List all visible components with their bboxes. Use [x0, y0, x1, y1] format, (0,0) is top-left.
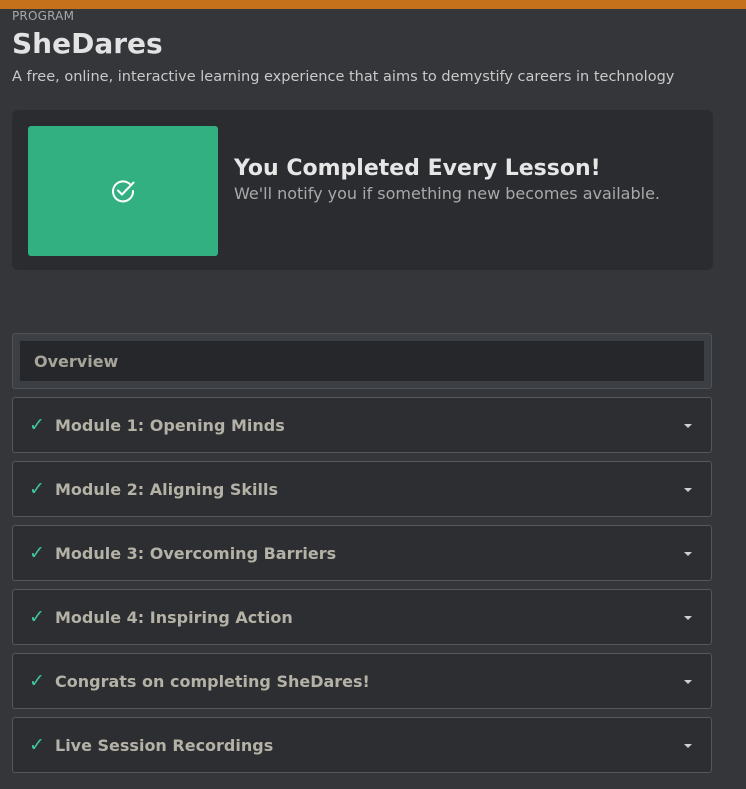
- caret-down-icon[interactable]: [684, 744, 692, 748]
- program-eyebrow: PROGRAM: [12, 9, 75, 23]
- check-icon: ✓: [29, 414, 45, 436]
- module-label: Congrats on completing SheDares!: [55, 671, 370, 691]
- module-label: Module 1: Opening Minds: [55, 415, 285, 435]
- program-title: SheDares: [12, 27, 163, 60]
- module-row-4[interactable]: ✓ Module 4: Inspiring Action: [12, 589, 712, 645]
- completion-heading: You Completed Every Lesson!: [234, 156, 601, 181]
- module-label: Module 4: Inspiring Action: [55, 607, 293, 627]
- overview-label: Overview: [20, 341, 704, 381]
- completion-card: You Completed Every Lesson! We'll notify…: [12, 110, 713, 270]
- module-row-1[interactable]: ✓ Module 1: Opening Minds: [12, 397, 712, 453]
- tab-overview[interactable]: Overview: [12, 333, 712, 389]
- caret-down-icon[interactable]: [684, 488, 692, 492]
- caret-down-icon[interactable]: [684, 552, 692, 556]
- completion-thumbnail: [28, 126, 218, 256]
- module-row-2[interactable]: ✓ Module 2: Aligning Skills: [12, 461, 712, 517]
- module-row-live-recordings[interactable]: ✓ Live Session Recordings: [12, 717, 712, 773]
- module-label: Live Session Recordings: [55, 735, 274, 755]
- check-circle-icon: [112, 180, 135, 203]
- module-label: Module 3: Overcoming Barriers: [55, 543, 337, 563]
- check-icon: ✓: [29, 478, 45, 500]
- check-icon: ✓: [29, 670, 45, 692]
- top-accent-bar: [0, 0, 746, 9]
- caret-down-icon[interactable]: [684, 680, 692, 684]
- module-label: Module 2: Aligning Skills: [55, 479, 278, 499]
- check-icon: ✓: [29, 606, 45, 628]
- program-subtitle: A free, online, interactive learning exp…: [12, 69, 675, 85]
- completion-message: We'll notify you if something new become…: [234, 184, 660, 203]
- check-icon: ✓: [29, 542, 45, 564]
- module-row-congrats[interactable]: ✓ Congrats on completing SheDares!: [12, 653, 712, 709]
- section-list: Overview ✓ Module 1: Opening Minds ✓ Mod…: [12, 333, 712, 773]
- completion-text: You Completed Every Lesson! We'll notify…: [234, 155, 660, 205]
- caret-down-icon[interactable]: [684, 616, 692, 620]
- check-icon: ✓: [29, 734, 45, 756]
- caret-down-icon[interactable]: [684, 424, 692, 428]
- module-row-3[interactable]: ✓ Module 3: Overcoming Barriers: [12, 525, 712, 581]
